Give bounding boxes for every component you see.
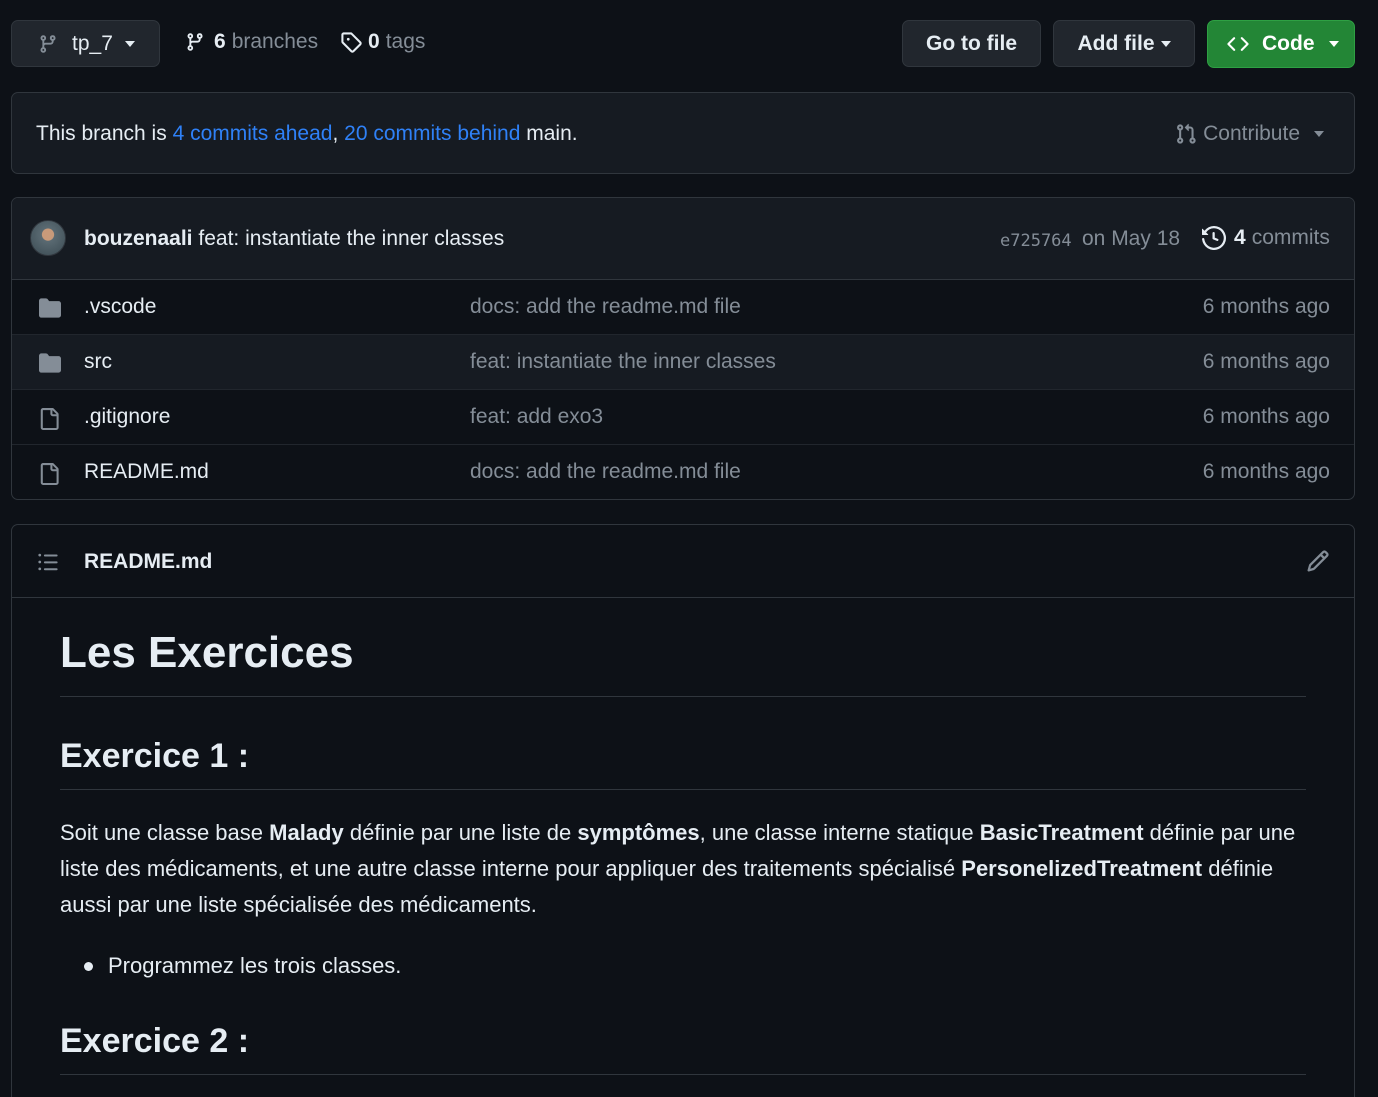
code-label: Code [1262,32,1315,55]
branch-status-box: This branch is 4 commits ahead, 20 commi… [11,92,1355,174]
chevron-down-icon [1328,41,1339,47]
divider [60,789,1306,790]
chevron-down-icon [1160,40,1171,47]
file-age: 6 months ago [1202,405,1330,428]
tags-link[interactable]: 0 tags [340,30,425,54]
file-row[interactable]: .gitignore feat: add exo3 6 months ago [12,389,1354,444]
bullet [84,961,93,971]
latest-commit-bar: bouzenaali feat: instantiate the inner c… [12,198,1354,279]
code-button[interactable]: Code [1207,20,1355,68]
readme-header: README.md [12,525,1354,598]
commit-hash[interactable]: e725764 [1000,231,1072,251]
file-name[interactable]: .vscode [84,295,156,319]
exercise-1-heading: Exercice 1 : [60,737,250,775]
chevron-down-icon [124,40,135,47]
branch-name: tp_7 [72,31,113,55]
git-branch-icon [187,33,203,51]
exercise-1-paragraph: Soit une classe base Malady définie par … [60,815,1310,923]
file-name[interactable]: src [84,350,112,374]
file-name[interactable]: .gitignore [84,405,170,429]
para-bold: symptômes [577,820,700,845]
file-icon [40,463,59,485]
branches-link[interactable]: 6 branches [185,30,318,54]
commits-count: 4 [1234,226,1246,249]
file-row[interactable]: src feat: instantiate the inner classes … [12,334,1354,389]
branch-selector[interactable]: tp_7 [11,20,160,67]
commits-ahead-link[interactable]: 4 commits ahead [173,122,333,145]
avatar[interactable] [30,220,66,256]
history-icon [1202,226,1226,250]
tag-icon [341,32,362,53]
para-bold: Malady [269,820,344,845]
readme-panel: README.md [11,524,1355,1097]
commit-date: on May 18 [1082,227,1181,250]
go-to-file-label: Go to file [926,31,1017,55]
file-name[interactable]: README.md [84,460,209,484]
git-branch-icon [40,34,56,53]
branches-count: 6 [214,30,226,53]
folder-icon [39,298,61,318]
divider [60,696,1306,697]
file-icon [40,408,59,430]
pencil-icon[interactable] [1306,549,1330,573]
file-age: 6 months ago [1202,460,1330,483]
file-row[interactable]: README.md docs: add the readme.md file 6… [12,444,1354,499]
contribute-dropdown[interactable]: Contribute [1175,122,1324,146]
branch-status-sep: , [332,122,345,145]
file-age: 6 months ago [1202,295,1330,318]
chevron-down-icon [1314,131,1324,137]
tags-label: tags [385,30,426,53]
add-file-button[interactable]: Add file [1053,20,1195,67]
para-text: Soit une classe base [60,820,270,845]
code-icon [1227,37,1249,51]
go-to-file-button[interactable]: Go to file [902,20,1041,67]
file-commit-message[interactable]: feat: add exo3 [470,405,603,429]
branch-status-prefix: This branch is [36,122,173,145]
commits-behind-link[interactable]: 20 commits behind [344,122,520,145]
contribute-label: Contribute [1203,122,1300,145]
add-file-label: Add file [1077,31,1155,55]
commit-summary: bouzenaali feat: instantiate the inner c… [84,227,504,251]
file-listing: bouzenaali feat: instantiate the inner c… [11,197,1355,500]
para-text: , une classe interne statique [699,820,980,845]
para-bold: PersonelizedTreatment [961,856,1203,881]
commits-history-link[interactable]: 4 commits [1202,226,1330,250]
divider [60,1074,1306,1075]
commit-author[interactable]: bouzenaali [84,227,193,250]
readme-h1: Les Exercices [60,628,354,677]
file-commit-message[interactable]: docs: add the readme.md file [470,460,741,484]
list-item: Programmez les trois classes. [84,948,401,984]
branch-status-suffix: main. [520,122,578,145]
file-age: 6 months ago [1202,350,1330,373]
commit-message[interactable]: feat: instantiate the inner classes [198,227,504,250]
branch-status-text: This branch is 4 commits ahead, 20 commi… [36,122,578,146]
para-bold: BasicTreatment [979,820,1144,845]
file-row[interactable]: .vscode docs: add the readme.md file 6 m… [12,279,1354,334]
file-commit-message[interactable]: feat: instantiate the inner classes [470,350,776,374]
list-item-text: Programmez les trois classes. [108,953,402,978]
commits-label: commits [1251,226,1330,249]
exercise-2-heading: Exercice 2 : [60,1022,250,1060]
para-text: définie par une liste de [343,820,578,845]
file-commit-message[interactable]: docs: add the readme.md file [470,295,741,319]
pull-request-icon [1177,123,1196,144]
list-icon[interactable] [36,551,60,573]
readme-filename[interactable]: README.md [84,550,212,574]
branches-label: branches [231,30,319,53]
folder-icon [39,353,61,373]
tags-count: 0 [368,30,380,53]
